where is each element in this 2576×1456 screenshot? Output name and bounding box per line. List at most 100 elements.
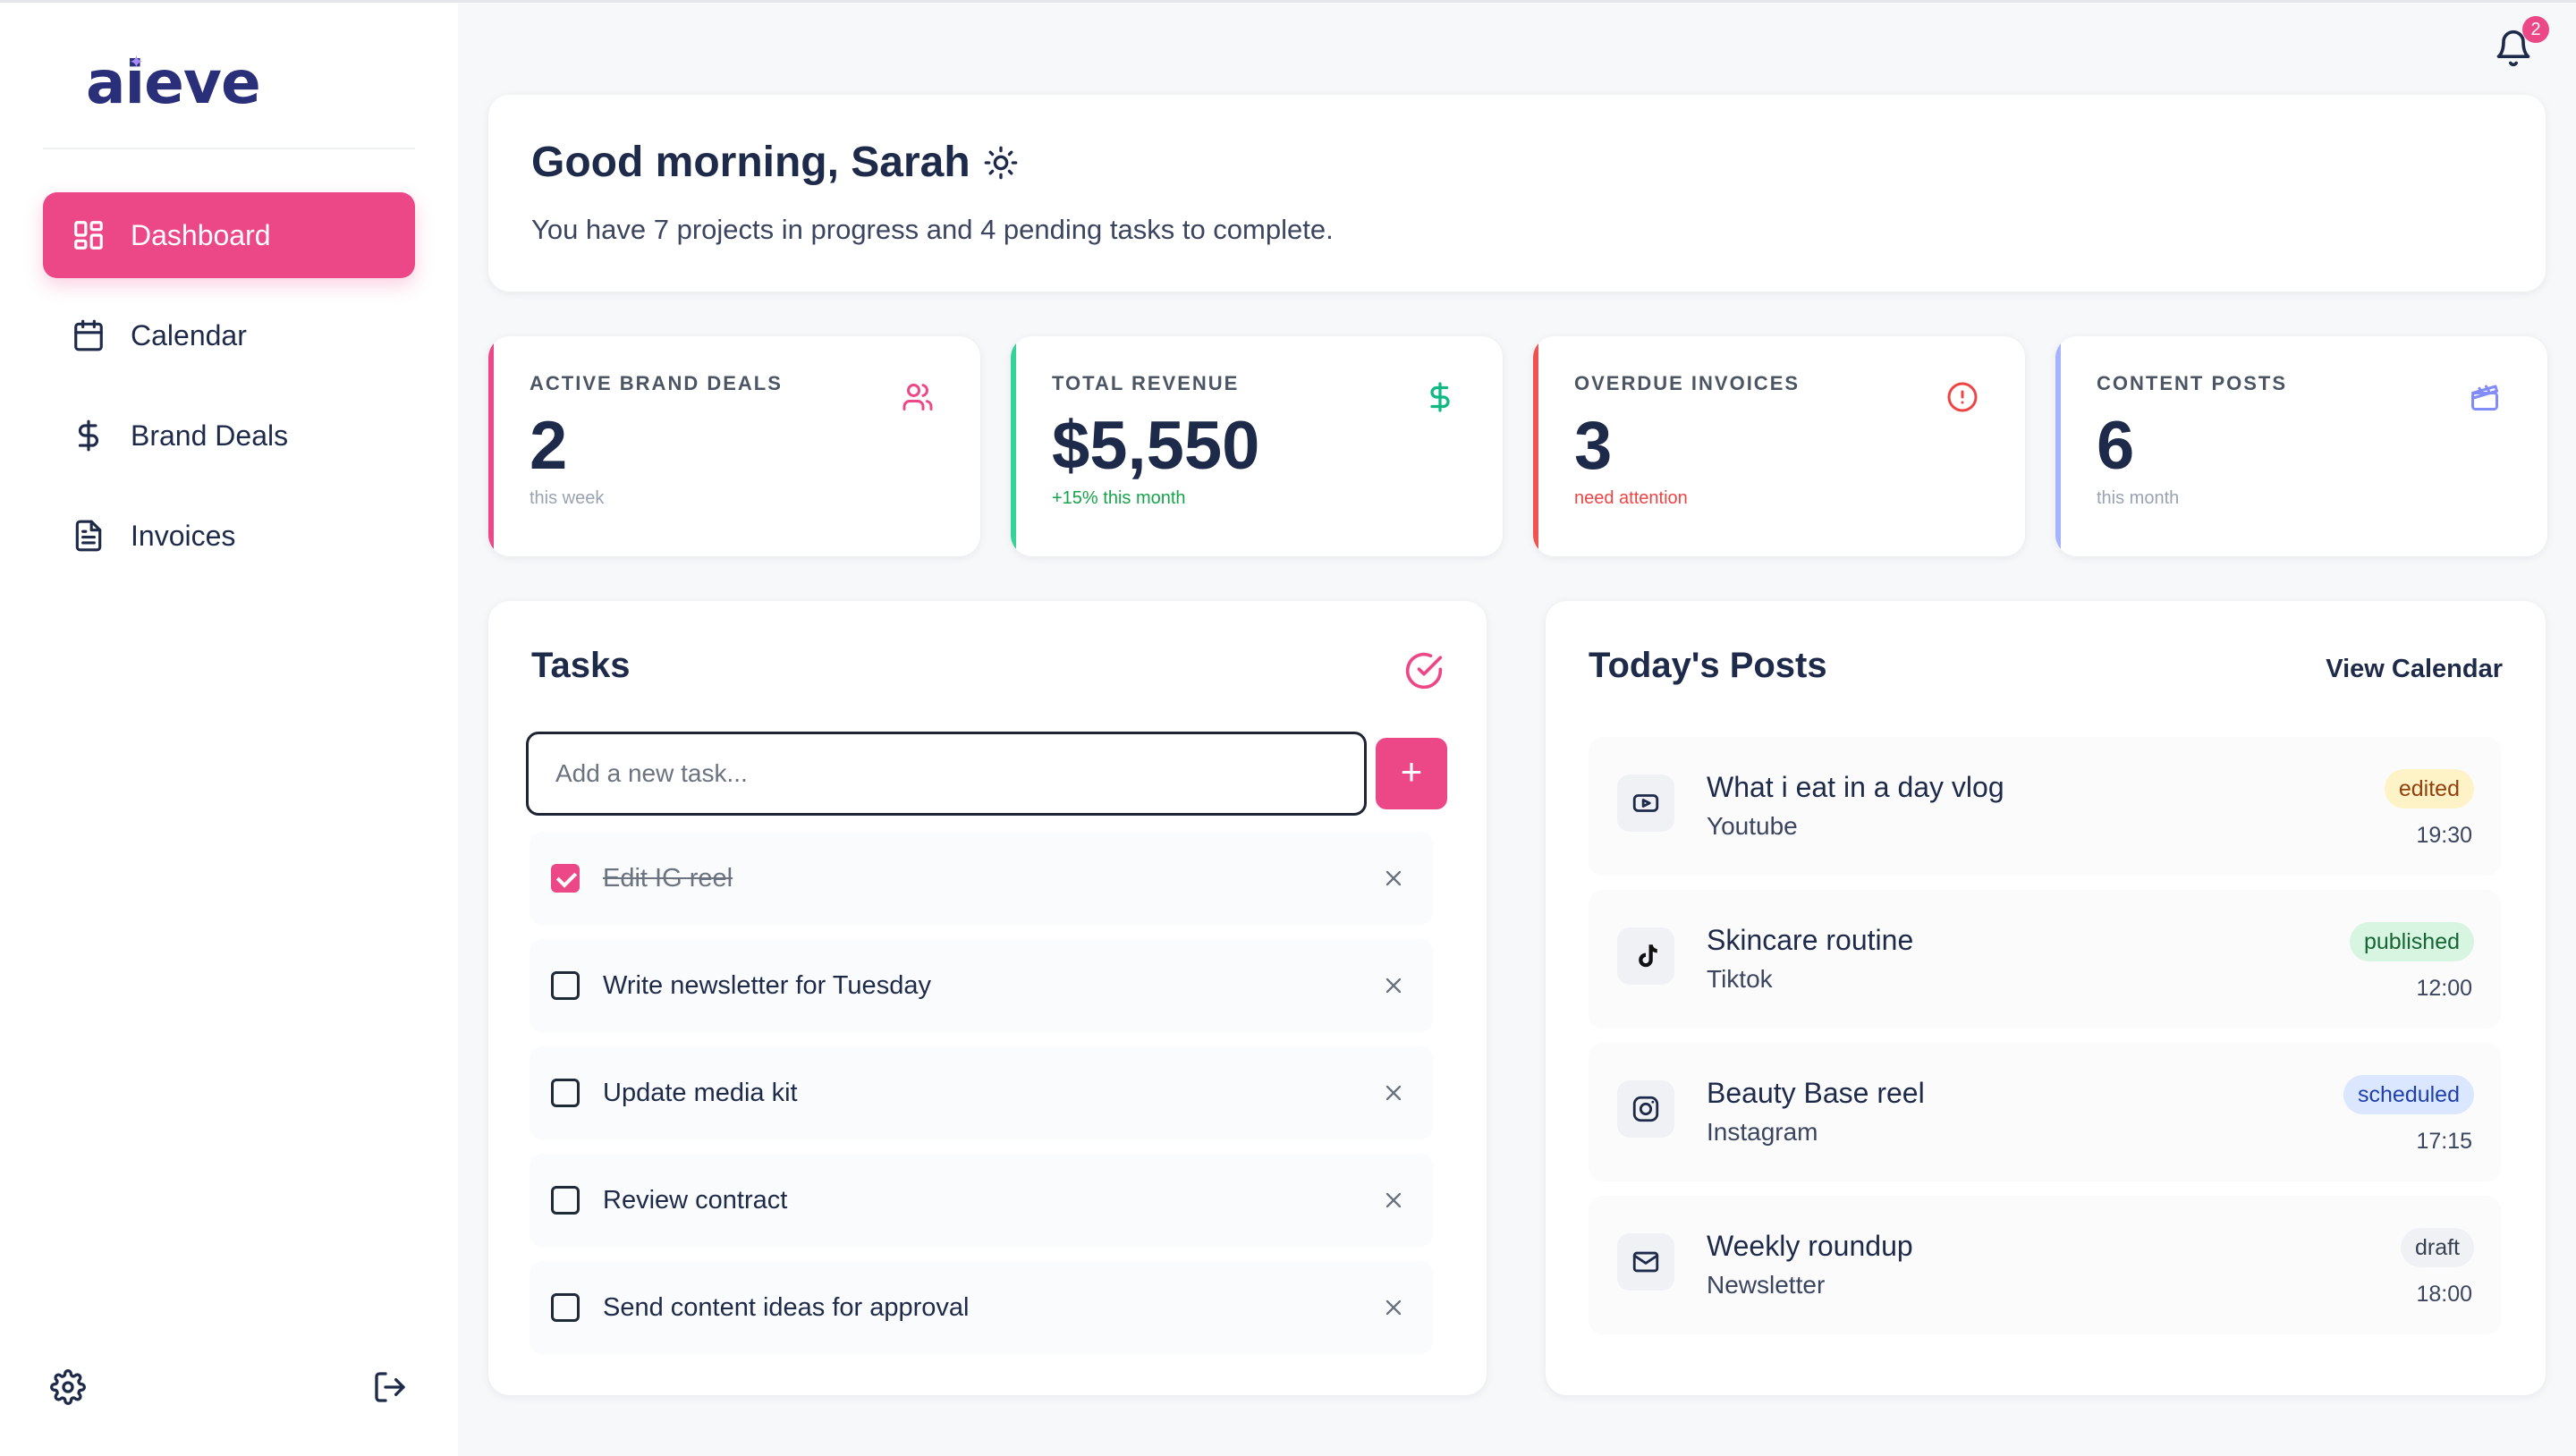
greeting-title: Good morning, Sarah [531,139,970,186]
sidebar-item-invoices[interactable]: Invoices [43,493,415,579]
post-title: Skincare routine [1707,924,1914,956]
logo[interactable]: ✦ aieve [86,47,261,119]
sidebar-nav: Dashboard Calendar Brand Deals Invoices [43,192,415,593]
post-item[interactable]: Beauty Base reel Instagram scheduled 17:… [1589,1043,2501,1181]
sidebar-divider [43,148,415,149]
post-title: Weekly roundup [1707,1230,1913,1262]
sidebar-item-calendar[interactable]: Calendar [43,292,415,378]
task-text: Edit IG reel [603,863,733,893]
stat-value: 3 [1574,408,1613,484]
close-icon[interactable] [1381,973,1406,998]
logout-icon[interactable] [372,1369,408,1405]
sidebar-item-dashboard[interactable]: Dashboard [43,192,415,278]
clapperboard-icon [2471,385,2498,411]
stat-note: +15% this month [1052,488,1186,508]
task-checkbox[interactable] [551,1293,580,1322]
sun-icon [984,146,1018,179]
posts-panel: Today's Posts View Calendar What i eat i… [1546,601,2546,1395]
sidebar-footer [50,1369,408,1405]
close-icon[interactable] [1381,866,1406,891]
notification-badge: 2 [2522,16,2549,43]
close-icon[interactable] [1381,1080,1406,1105]
post-title: What i eat in a day vlog [1707,771,2004,803]
post-platform: Tiktok [1707,965,1773,993]
greeting-title-row: Good morning, Sarah [531,138,2546,187]
tasks-panel: Tasks + Edit IG reel Write newsletter fo… [488,601,1487,1395]
post-item[interactable]: What i eat in a day vlog Youtube edited … [1589,737,2501,876]
post-item[interactable]: Weekly roundup Newsletter draft 18:00 [1589,1196,2501,1334]
stat-note: this week [530,488,605,508]
new-task-input[interactable] [526,732,1367,816]
dollar-icon [78,419,98,452]
task-text: Update media kit [603,1078,798,1107]
post-list: What i eat in a day vlog Youtube edited … [1589,737,2501,1349]
sidebar: ✦ aieve Dashboard Calendar Brand Deals I… [0,3,458,1456]
post-icon-wrap [1617,1233,1674,1291]
task-item: Update media kit [530,1046,1433,1139]
check-circle-icon [1405,652,1443,690]
stat-card-content-posts[interactable]: CONTENT POSTS 6 this month [2055,336,2547,556]
status-badge: draft [2400,1228,2474,1267]
tasks-title: Tasks [531,646,631,685]
post-time: 19:30 [2416,823,2472,848]
document-icon [75,520,102,552]
sidebar-item-label: Invoices [131,519,236,552]
stat-card-revenue[interactable]: TOTAL REVENUE $5,550 +15% this month [1011,336,1503,556]
mail-icon [1632,1251,1659,1273]
youtube-icon [1632,794,1659,812]
task-input-row: + [526,732,1447,816]
stat-card-brand-deals[interactable]: ACTIVE BRAND DEALS 2 this week [488,336,980,556]
post-icon-wrap [1617,927,1674,985]
stat-note: need attention [1574,488,1688,508]
tiktok-icon [1639,944,1657,968]
post-time: 18:00 [2416,1282,2472,1307]
post-title: Beauty Base reel [1707,1077,1925,1109]
task-item: Review contract [530,1154,1433,1247]
sidebar-item-label: Brand Deals [131,419,289,452]
greeting-subtitle: You have 7 projects in progress and 4 pe… [531,214,1334,245]
post-icon-wrap [1617,1080,1674,1138]
post-item[interactable]: Skincare routine Tiktok published 12:00 [1589,890,2501,1029]
close-icon[interactable] [1381,1188,1406,1213]
task-checkbox[interactable] [551,1079,580,1107]
task-checkbox[interactable] [551,1186,580,1215]
dollar-icon [1430,382,1450,412]
add-task-button[interactable]: + [1376,738,1447,809]
sidebar-item-label: Dashboard [131,218,271,251]
sidebar-item-label: Calendar [131,318,247,351]
calendar-icon [74,319,103,351]
stat-value: 2 [530,408,568,484]
status-badge: scheduled [2343,1075,2474,1114]
stat-value: 6 [2097,408,2135,484]
post-time: 17:15 [2416,1129,2472,1154]
task-item: Edit IG reel [530,832,1433,925]
stat-value: $5,550 [1052,408,1260,484]
gear-icon[interactable] [50,1369,86,1405]
logo-text: aieve [86,48,261,117]
task-list: Edit IG reel Write newsletter for Tuesda… [530,832,1433,1368]
post-platform: Youtube [1707,812,1798,840]
close-icon[interactable] [1381,1295,1406,1320]
post-platform: Instagram [1707,1118,1818,1146]
post-time: 12:00 [2416,976,2472,1001]
task-text: Review contract [603,1185,788,1215]
sidebar-item-brand-deals[interactable]: Brand Deals [43,393,415,478]
alert-circle-icon [1947,382,1978,412]
task-checkbox[interactable] [551,971,580,1000]
task-item: Write newsletter for Tuesday [530,939,1433,1032]
task-checkbox[interactable] [551,864,580,893]
users-icon [902,384,933,411]
post-platform: Newsletter [1707,1271,1826,1299]
task-item: Send content ideas for approval [530,1261,1433,1354]
status-badge: edited [2384,769,2474,808]
task-text: Write newsletter for Tuesday [603,970,931,1000]
instagram-icon [1632,1096,1659,1122]
post-icon-wrap [1617,775,1674,832]
sparkle-icon: ✦ [129,53,144,72]
stat-note: this month [2097,488,2180,508]
grid-icon [74,221,103,250]
greeting-card: Good morning, Sarah You have 7 projects … [488,95,2546,292]
stat-card-overdue-invoices[interactable]: OVERDUE INVOICES 3 need attention [1533,336,2025,556]
view-calendar-link[interactable]: View Calendar [2326,655,2503,684]
task-text: Send content ideas for approval [603,1292,970,1322]
